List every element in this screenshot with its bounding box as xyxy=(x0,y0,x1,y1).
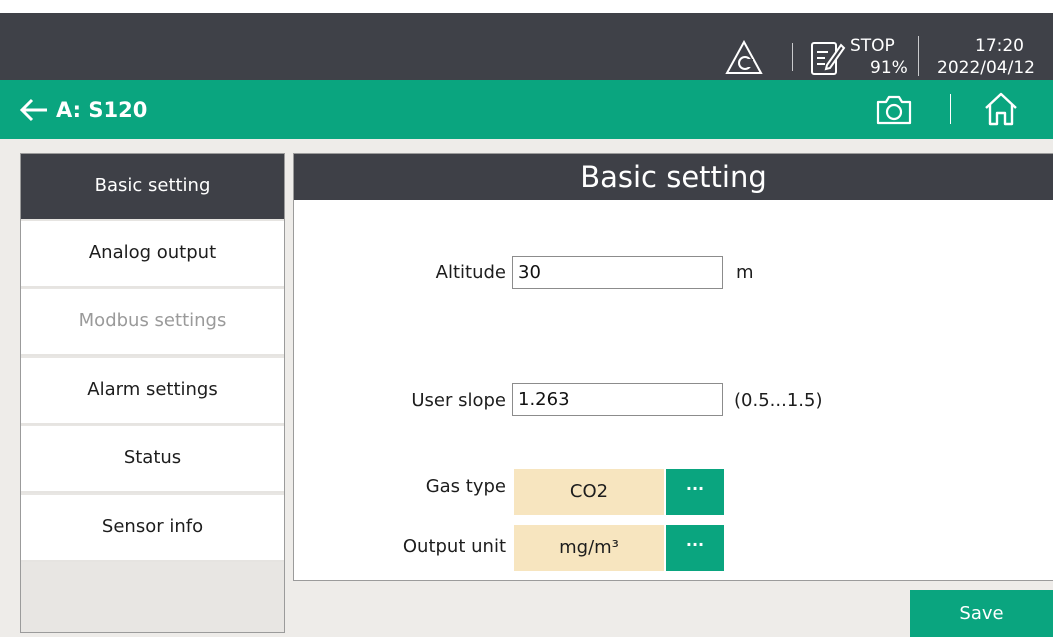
document-edit-icon[interactable] xyxy=(810,39,846,77)
gas-type-more-button[interactable]: ··· xyxy=(666,469,724,515)
sidebar-item-alarm-settings[interactable]: Alarm settings xyxy=(21,358,284,425)
altitude-label: Altitude xyxy=(435,262,506,283)
altitude-unit: m xyxy=(736,262,754,283)
sidebar-item-basic-setting[interactable]: Basic setting xyxy=(21,154,284,221)
clock-date: 2022/04/12 xyxy=(937,58,1035,78)
user-slope-input[interactable] xyxy=(512,383,723,416)
sidebar: Basic setting Analog output Modbus setti… xyxy=(20,153,285,633)
status-bar: STOP 91% 17:20 2022/04/12 xyxy=(0,13,1053,80)
run-state-label: STOP xyxy=(850,36,895,56)
sidebar-item-analog-output[interactable]: Analog output xyxy=(21,221,284,288)
sidebar-item-status[interactable]: Status xyxy=(21,426,284,493)
status-divider xyxy=(792,43,793,71)
user-slope-range: (0.5...1.5) xyxy=(734,390,823,411)
back-arrow-icon[interactable] xyxy=(19,95,49,125)
app-bar: A: S120 xyxy=(0,80,1053,139)
output-unit-value[interactable]: mg/m³ xyxy=(514,525,664,571)
clock-time: 17:20 xyxy=(975,36,1024,56)
status-divider xyxy=(918,36,919,76)
gas-type-label: Gas type xyxy=(425,476,506,497)
appbar-divider xyxy=(950,94,951,124)
home-icon[interactable] xyxy=(983,91,1019,127)
settings-panel: Basic setting Altitude m User slope (0.5… xyxy=(293,153,1053,581)
gas-type-value[interactable]: CO2 xyxy=(514,469,664,515)
altitude-input[interactable] xyxy=(512,256,723,289)
output-unit-more-button[interactable]: ··· xyxy=(666,525,724,571)
top-margin xyxy=(0,0,1053,13)
memory-percentage: 91% xyxy=(870,58,908,78)
save-button[interactable]: Save xyxy=(910,590,1053,637)
camera-icon[interactable] xyxy=(875,94,913,126)
sidebar-item-sensor-info[interactable]: Sensor info xyxy=(21,495,284,562)
page-title: A: S120 xyxy=(56,98,148,122)
output-unit-label: Output unit xyxy=(402,536,506,557)
sidebar-item-modbus-settings[interactable]: Modbus settings xyxy=(21,289,284,356)
user-slope-label: User slope xyxy=(411,390,506,411)
panel-title: Basic setting xyxy=(294,154,1053,200)
warning-c-icon[interactable] xyxy=(725,40,763,76)
